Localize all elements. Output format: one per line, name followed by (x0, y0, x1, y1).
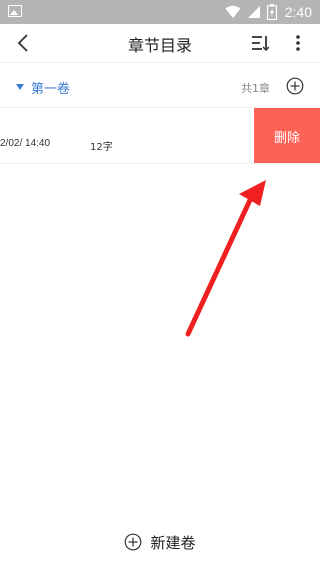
chapter-count: 共1章 (241, 82, 270, 95)
volume-name[interactable]: 第一卷 (31, 78, 70, 97)
add-circle-icon (125, 533, 142, 551)
new-volume-label: 新建卷 (150, 533, 196, 552)
signal-icon (247, 6, 260, 18)
add-chapter-button[interactable] (284, 75, 306, 97)
status-time: 2:40 (284, 4, 312, 20)
delete-button[interactable]: 删除 (254, 108, 320, 163)
chapter-word-count: 12字 (90, 142, 113, 153)
sort-button[interactable] (246, 29, 274, 57)
wifi-icon (225, 5, 241, 18)
more-vert-icon (296, 35, 300, 51)
new-volume-button[interactable]: 新建卷 (0, 524, 320, 560)
app-bar: 章节目录 (0, 24, 320, 62)
more-options-button[interactable] (284, 29, 312, 57)
battery-icon (266, 4, 277, 20)
status-icons: 2:40 (225, 3, 312, 21)
sort-icon (252, 36, 269, 51)
chapter-row[interactable]: 2/02/ 14:40 12字 删除 (0, 108, 320, 164)
volume-header[interactable]: 第一卷 共1章 (0, 62, 320, 108)
chapter-date: 2/02/ 14:40 (0, 138, 51, 149)
caret-down-icon[interactable] (16, 84, 24, 90)
status-bar: 2:40 (0, 0, 320, 24)
add-circle-icon (286, 77, 304, 95)
gallery-notification-icon (8, 5, 22, 17)
